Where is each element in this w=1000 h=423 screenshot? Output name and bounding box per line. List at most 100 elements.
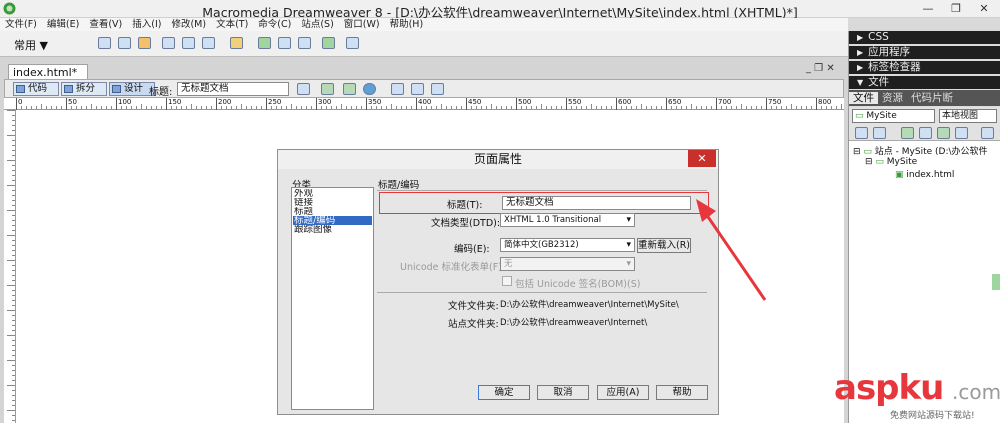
site-folder-value: D:\办公软件\dreamweaver\Internet\ — [500, 318, 648, 328]
menu-insert[interactable]: 插入(I) — [127, 19, 166, 30]
category-item-tracing-image[interactable]: 跟踪图像 — [293, 225, 372, 234]
get-files-icon[interactable] — [901, 127, 914, 139]
menu-commands[interactable]: 命令(C) — [253, 19, 296, 30]
menu-modify[interactable]: 修改(M) — [166, 19, 211, 30]
help-button[interactable]: 帮助 — [656, 385, 708, 400]
ok-button[interactable]: 确定 — [478, 385, 530, 400]
ruler-minor-tick — [651, 106, 652, 109]
reload-button[interactable]: 重新载入(R) — [637, 238, 691, 253]
insert-category-select[interactable]: 常用 ▼ — [14, 37, 48, 53]
document-tab[interactable]: index.html* — [8, 64, 88, 80]
refresh-icon[interactable] — [391, 83, 404, 95]
view-select[interactable]: 本地视图 — [939, 109, 997, 123]
css-panel-header[interactable]: ▶ CSS — [849, 31, 1000, 44]
refresh-files-icon[interactable] — [873, 127, 886, 139]
vruler-tick — [12, 370, 15, 371]
ruler-minor-tick — [356, 106, 357, 109]
menu-help[interactable]: 帮助(H) — [385, 19, 429, 30]
application-panel-header[interactable]: ▶ 应用程序 — [849, 46, 1000, 59]
close-button[interactable]: ✕ — [970, 0, 998, 17]
panel-collapse-handle[interactable] — [992, 274, 1000, 290]
folder-label: 文件文件夹: — [448, 301, 499, 312]
vruler-tick — [12, 380, 15, 381]
maximize-button[interactable]: ❐ — [942, 0, 970, 17]
ruler-minor-tick — [736, 106, 737, 109]
server-include-icon[interactable] — [346, 37, 359, 49]
vruler-tick — [12, 280, 15, 281]
ruler-minor-tick — [426, 106, 427, 109]
vruler-tick — [12, 195, 15, 196]
view-options-icon[interactable] — [411, 83, 424, 95]
layer-icon[interactable] — [182, 37, 195, 49]
put-files-icon[interactable] — [919, 127, 932, 139]
encoding-select[interactable]: 简体中文(GB2312) — [500, 238, 635, 252]
ruler-tick-label: 550 — [568, 98, 582, 106]
minimize-button[interactable]: — — [914, 0, 942, 17]
dialog-close-button[interactable]: ✕ — [688, 150, 716, 167]
tag-inspector-panel-label: 标签检查器 — [868, 61, 921, 73]
named-anchor-icon[interactable] — [138, 37, 151, 49]
ruler-minor-tick — [506, 106, 507, 109]
files-panel-header[interactable]: ▼ 文件 — [849, 76, 1000, 89]
file-management-icon[interactable] — [297, 83, 310, 95]
vruler-tick — [7, 410, 15, 411]
unicode-normalization-select[interactable]: 无 — [500, 257, 635, 271]
tree-item-mysite[interactable]: ⊟ ▭ MySite — [865, 157, 917, 167]
tab-assets[interactable]: 资源 — [878, 92, 907, 104]
ruler-minor-tick — [271, 106, 272, 109]
tree-item-index[interactable]: ▣ index.html — [895, 170, 954, 180]
category-item-links[interactable]: 链接 — [293, 198, 372, 207]
menu-site[interactable]: 站点(S) — [296, 19, 338, 30]
ruler-tick-label: 300 — [318, 98, 332, 106]
site-select[interactable]: ▭ MySite — [852, 109, 935, 123]
split-view-icon — [64, 85, 73, 93]
date-icon[interactable] — [258, 37, 271, 49]
ruler-minor-tick — [821, 106, 822, 109]
image-icon[interactable] — [202, 37, 215, 49]
menu-text[interactable]: 文本(T) — [211, 19, 253, 30]
menu-edit[interactable]: 编辑(E) — [42, 19, 84, 30]
debug-browser-icon[interactable] — [343, 83, 356, 95]
apply-button[interactable]: 应用(A) — [597, 385, 649, 400]
hyperlink-icon[interactable] — [98, 37, 111, 49]
window-titlebar: Macromedia Dreamweaver 8 - [D:\办公软件\drea… — [0, 0, 1000, 20]
ruler-minor-tick — [551, 106, 552, 109]
ruler-minor-tick — [431, 106, 432, 109]
connect-icon[interactable] — [855, 127, 868, 139]
bom-checkbox[interactable] — [502, 276, 512, 286]
cancel-button[interactable]: 取消 — [537, 385, 589, 400]
email-link-icon[interactable] — [118, 37, 131, 49]
menu-file[interactable]: 文件(F) — [0, 19, 42, 30]
doctype-select[interactable]: XHTML 1.0 Transitional — [500, 213, 635, 227]
check-in-icon[interactable] — [955, 127, 968, 139]
tag-chooser-icon[interactable] — [322, 37, 335, 49]
vruler-tick — [7, 360, 15, 361]
code-view-button[interactable]: 代码 — [13, 82, 59, 96]
tag-inspector-panel-header[interactable]: ▶ 标签检查器 — [849, 61, 1000, 74]
tab-files[interactable]: 文件 — [849, 92, 878, 104]
ruler-tick-label: 150 — [168, 98, 182, 106]
category-item-title-encoding[interactable]: 标题/编码 — [293, 216, 372, 225]
tree-item-site-root[interactable]: ⊟ ▭ 站点 - MySite (D:\办公软件 — [853, 144, 988, 157]
templates-icon[interactable] — [298, 37, 311, 49]
menu-window[interactable]: 窗口(W) — [339, 19, 385, 30]
preview-browser-icon[interactable] — [321, 83, 334, 95]
table-icon[interactable] — [162, 37, 175, 49]
document-window-controls-icon[interactable]: _ ❐ ✕ — [806, 63, 835, 74]
check-out-icon[interactable] — [937, 127, 950, 139]
doc-title-input[interactable]: 无标题文档 — [177, 82, 289, 96]
split-view-button[interactable]: 拆分 — [61, 82, 107, 96]
tab-snippets[interactable]: 代码片断 — [907, 92, 957, 104]
ruler-minor-tick — [526, 106, 527, 109]
category-item-headings[interactable]: 标题 — [293, 207, 372, 216]
category-item-appearance[interactable]: 外观 — [293, 189, 372, 198]
expand-icon[interactable] — [981, 127, 994, 139]
ruler-minor-tick — [206, 106, 207, 109]
visual-aids-icon[interactable] — [431, 83, 444, 95]
ruler-minor-tick — [181, 106, 182, 109]
watermark-tld: .com — [952, 380, 1000, 404]
media-icon[interactable] — [230, 37, 243, 49]
globe-icon[interactable] — [363, 83, 376, 95]
menu-view[interactable]: 查看(V) — [84, 19, 127, 30]
comment-icon[interactable] — [278, 37, 291, 49]
